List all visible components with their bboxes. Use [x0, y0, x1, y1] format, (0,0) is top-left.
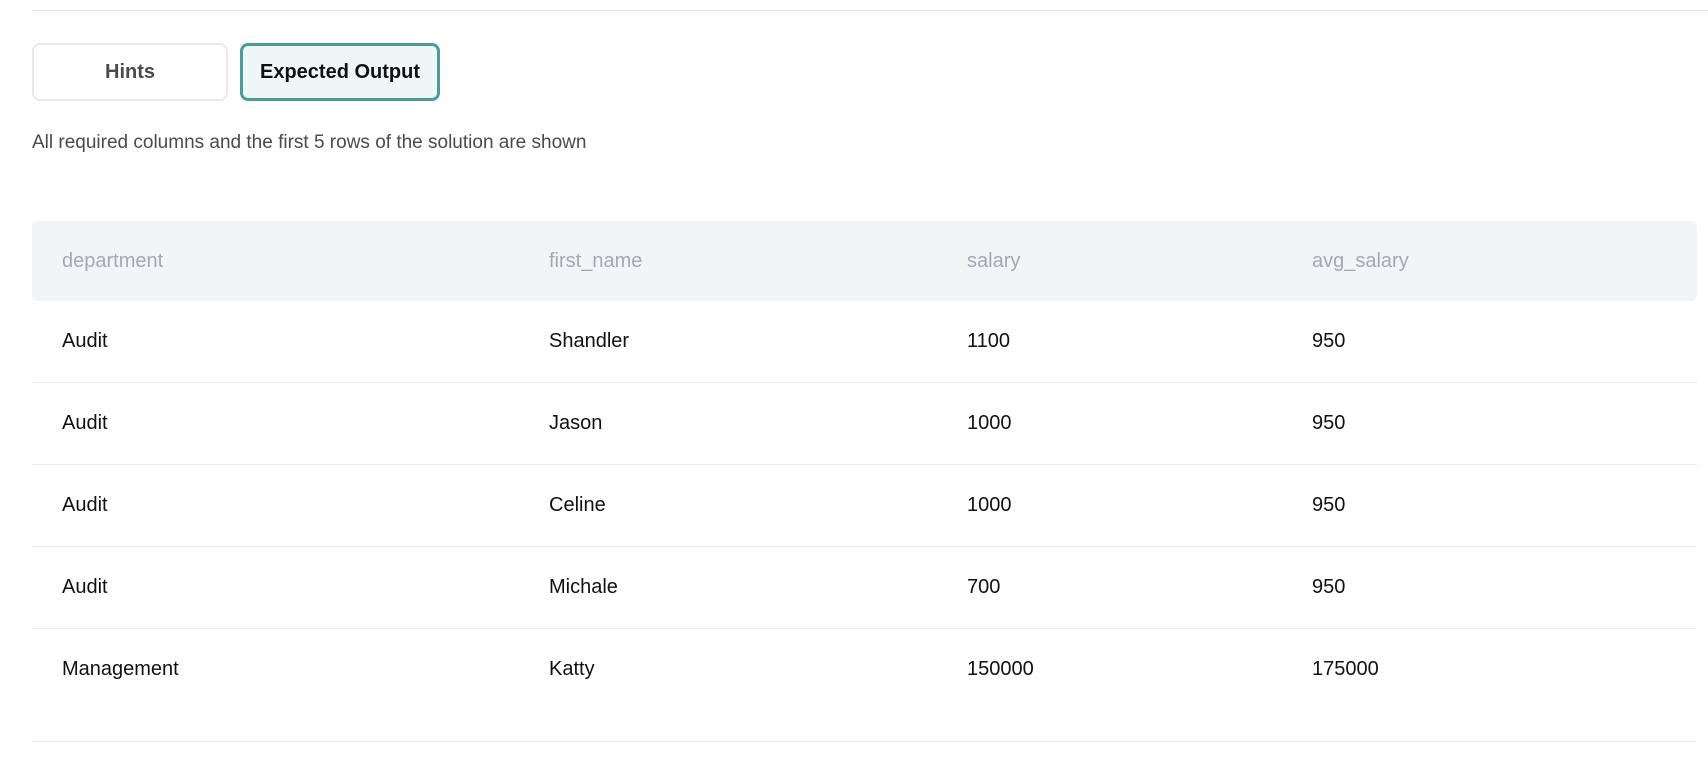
cell-avg-salary: 950: [1312, 330, 1346, 352]
cell-first-name: Celine: [549, 494, 606, 516]
tab-hints[interactable]: Hints: [32, 43, 228, 101]
table-header: department first_name salary avg_salary: [32, 221, 1697, 301]
cell-salary: 700: [967, 576, 1001, 598]
table-row: Audit Celine 1000 950: [32, 465, 1697, 547]
cell-salary: 1100: [967, 330, 1011, 352]
column-header-first-name: first_name: [549, 250, 643, 272]
column-header-avg-salary: avg_salary: [1312, 250, 1409, 272]
cell-department: Audit: [62, 576, 108, 598]
table-row: Audit Shandler 1100 950: [32, 301, 1697, 383]
column-header-salary: salary: [967, 250, 1021, 272]
table-row: Management Katty 150000 175000: [32, 629, 1697, 742]
cell-first-name: Katty: [549, 658, 595, 680]
tab-expected-output[interactable]: Expected Output: [240, 43, 440, 101]
cell-salary: 1000: [967, 494, 1012, 516]
output-tabs: Hints Expected Output: [32, 43, 440, 101]
cell-avg-salary: 950: [1312, 576, 1346, 598]
cell-department: Management: [62, 658, 179, 680]
expected-output-table: department first_name salary avg_salary …: [32, 221, 1697, 742]
cell-avg-salary: 950: [1312, 494, 1346, 516]
cell-first-name: Michale: [549, 576, 618, 598]
cell-department: Audit: [62, 412, 108, 434]
table-row: Audit Jason 1000 950: [32, 383, 1697, 465]
cell-first-name: Jason: [549, 412, 603, 434]
top-divider: [32, 10, 1708, 11]
cell-salary: 150000: [967, 658, 1034, 680]
cell-salary: 1000: [967, 412, 1012, 434]
table-row: Audit Michale 700 950: [32, 547, 1697, 629]
column-header-department: department: [62, 250, 164, 272]
output-note: All required columns and the first 5 row…: [32, 132, 587, 153]
cell-first-name: Shandler: [549, 330, 630, 352]
cell-department: Audit: [62, 330, 108, 352]
cell-department: Audit: [62, 494, 108, 516]
cell-avg-salary: 950: [1312, 412, 1346, 434]
cell-avg-salary: 175000: [1312, 658, 1379, 680]
